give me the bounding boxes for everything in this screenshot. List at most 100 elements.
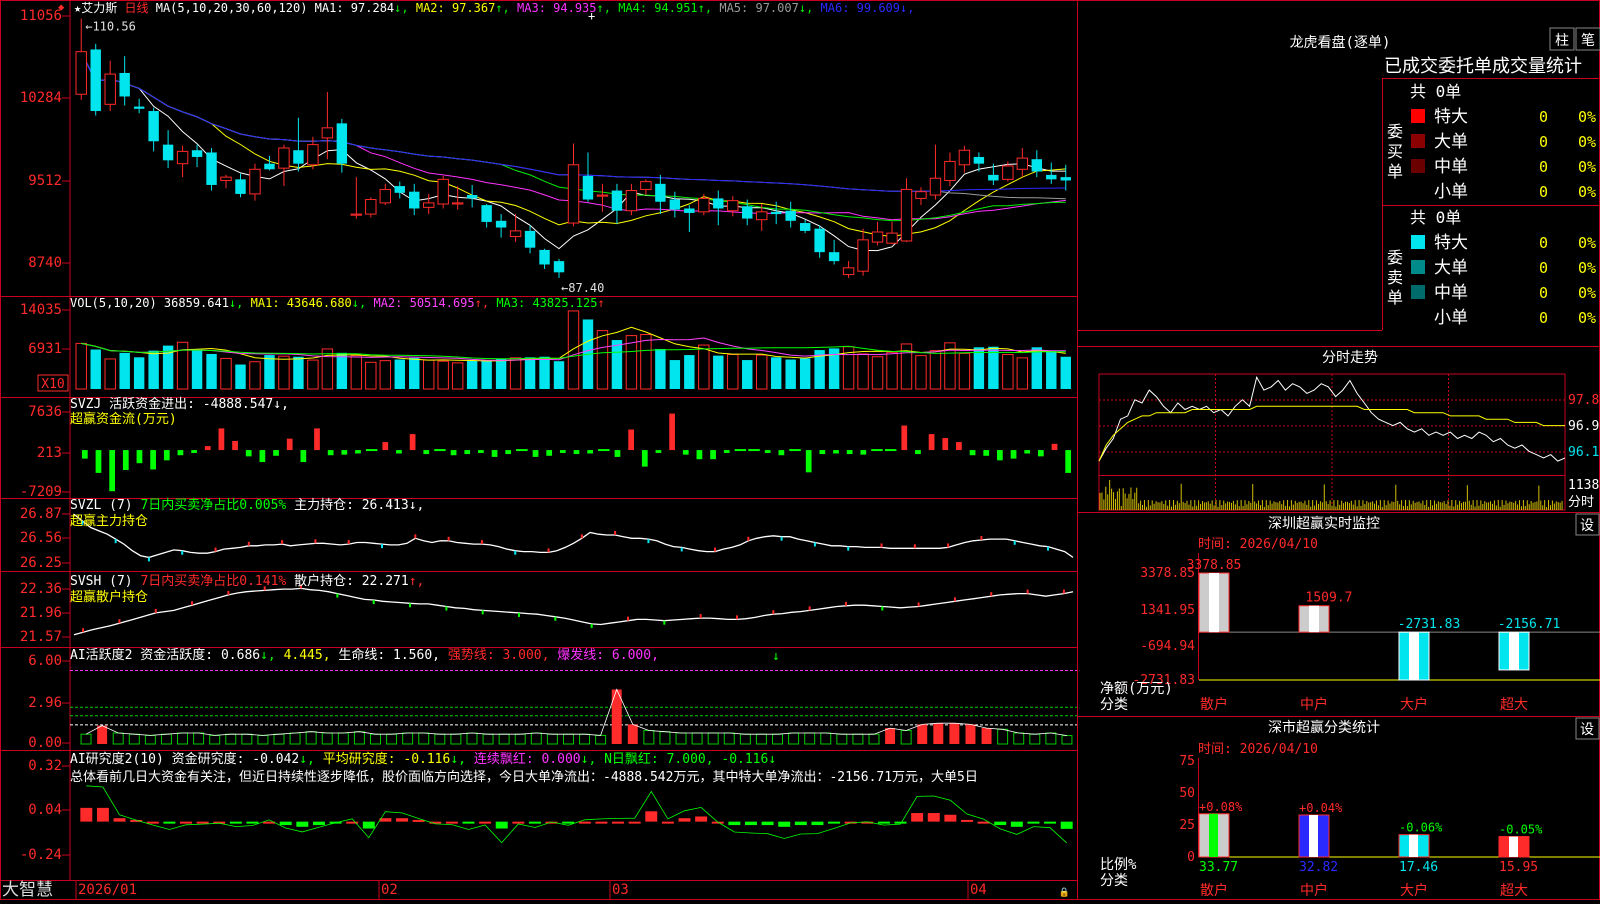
candle-down (684, 208, 695, 213)
research-bar (811, 821, 824, 826)
fund-flow-tick (434, 449, 446, 452)
candle-down (336, 123, 348, 164)
fund-flow-bar (259, 450, 266, 463)
research-bar (1060, 821, 1073, 829)
candle-down (655, 183, 666, 202)
buy-orders-row-pct: 0% (1578, 158, 1596, 176)
activity-bar (562, 733, 574, 745)
volume-bar-down (1031, 347, 1043, 389)
monitor-category-label: 超大 (1500, 697, 1528, 713)
retail-holding-tick-label: 21.57 (20, 629, 62, 645)
activity-bar (627, 724, 638, 744)
lock-icon: 🔒 (1059, 887, 1070, 898)
retail-holding-marker (227, 590, 230, 595)
candle-up (176, 150, 189, 165)
research-summary-text: 总体看前几日大资金有关注，但近日持续性逐步降低，股价面临方向选择，今日大单净流出… (70, 769, 978, 785)
class-y-tick: 50 (1179, 786, 1195, 801)
research-bar (495, 821, 508, 829)
research-bar (595, 821, 608, 824)
main-holding-marker (813, 542, 816, 547)
main-holding-marker (747, 536, 750, 541)
candle-up (698, 197, 710, 213)
activity-bar (450, 733, 462, 745)
activity-down-arrow: ↓ (772, 649, 780, 664)
candle-down (799, 223, 811, 231)
research-bar (312, 821, 325, 826)
volume-bar-up (509, 357, 522, 390)
candle-down (582, 176, 594, 200)
volume-bar-up (640, 333, 652, 390)
main-holding-marker (847, 546, 850, 551)
fund-flow-bar (942, 438, 949, 451)
retail-holding-marker (953, 597, 956, 602)
activity-bar (305, 731, 317, 745)
fund-flow-bar (628, 429, 634, 451)
candle-down (973, 156, 985, 164)
price-tick-label: 9512 (28, 173, 62, 189)
research-tick-label: 0.32 (28, 758, 62, 774)
activity-bar (353, 731, 365, 745)
crosshair-icon: + (588, 9, 595, 23)
intraday-price-tick: 96.11 (1568, 445, 1600, 460)
activity-bar (1061, 735, 1073, 745)
x-axis-label: 2026/01 (78, 882, 137, 898)
sell-orders-row-swatch (1411, 260, 1425, 274)
stock-terminal: 11056 10284 9512 8740 ←110.56 ←87.40 ★艾力斯 日线 M… (0, 0, 1600, 900)
terminal-canvas: 11056 10284 9512 8740 ←110.56 ←87.40 ★艾力斯 日线 M… (0, 0, 1600, 900)
main-holding-title: SVZL (7) 7日内买卖净占比0.005% 主力持仓: 26.413↓, (70, 497, 424, 513)
class-change-label: -0.06% (1399, 821, 1443, 835)
retail-holding-marker (735, 615, 738, 620)
fund-flow-bar (969, 450, 976, 456)
retail-holding-marker (917, 602, 920, 607)
candle-up (625, 190, 638, 212)
retail-holding-marker (808, 606, 811, 611)
x-axis-label: 03 (612, 882, 629, 898)
sell-orders-row-swatch (1411, 235, 1425, 249)
class-change-label: +0.08% (1199, 800, 1243, 814)
candle-up (509, 230, 522, 237)
volume-bar-down (539, 356, 550, 389)
candle-down (988, 174, 999, 181)
main-holding-marker (480, 540, 483, 545)
activity-bar (900, 730, 912, 745)
buy-orders-row-count: 0 (1539, 183, 1548, 201)
buy-orders-row-count: 0 (1539, 108, 1548, 126)
fund-flow-bar (983, 450, 990, 456)
volume-bar-down (611, 340, 623, 389)
research-bar (80, 807, 93, 822)
monitor-bar-highlight (1409, 632, 1419, 680)
activity-tick-label: 6.00 (28, 653, 62, 669)
monitor-bar-label: 3378.85 (1187, 558, 1242, 573)
activity-bar (498, 733, 510, 745)
fund-flow-bar (805, 450, 812, 473)
volume-bar-up (857, 353, 869, 390)
activity-bar (739, 733, 751, 745)
candle-up (278, 147, 290, 169)
monitor-category-label: 散户 (1200, 696, 1228, 713)
candle-down (133, 106, 145, 109)
fund-flow-tick (365, 449, 378, 452)
main-holding-subtitle: 超赢主力持仓 (70, 513, 148, 529)
main-holding-tick-label: 26.25 (20, 555, 62, 571)
fund-flow-bar (122, 450, 129, 471)
fund-flow-bar (314, 428, 320, 451)
fund-flow-bar (232, 440, 238, 451)
volume-bar-up (698, 344, 710, 390)
class-change-label: +0.04% (1299, 801, 1343, 815)
activity-tick-label: 0.00 (28, 735, 62, 751)
research-bar (1010, 821, 1023, 827)
research-bar (113, 818, 126, 822)
retail-holding-marker (191, 601, 194, 606)
buy-orders-row-pct: 0% (1578, 133, 1596, 151)
sell-orders-total: 共 0单 (1410, 208, 1461, 227)
main-holding-marker (114, 539, 117, 544)
activity-bar (530, 732, 542, 745)
retail-holding-marker (1062, 589, 1065, 594)
buy-orders-total: 共 0单 (1410, 82, 1461, 101)
fund-flow-bar (218, 428, 225, 451)
main-holding-marker (281, 540, 284, 545)
class-value-label: 17.46 (1399, 860, 1438, 875)
main-holding-marker (414, 534, 417, 539)
research-bar (744, 821, 757, 826)
candle-up (640, 181, 652, 190)
